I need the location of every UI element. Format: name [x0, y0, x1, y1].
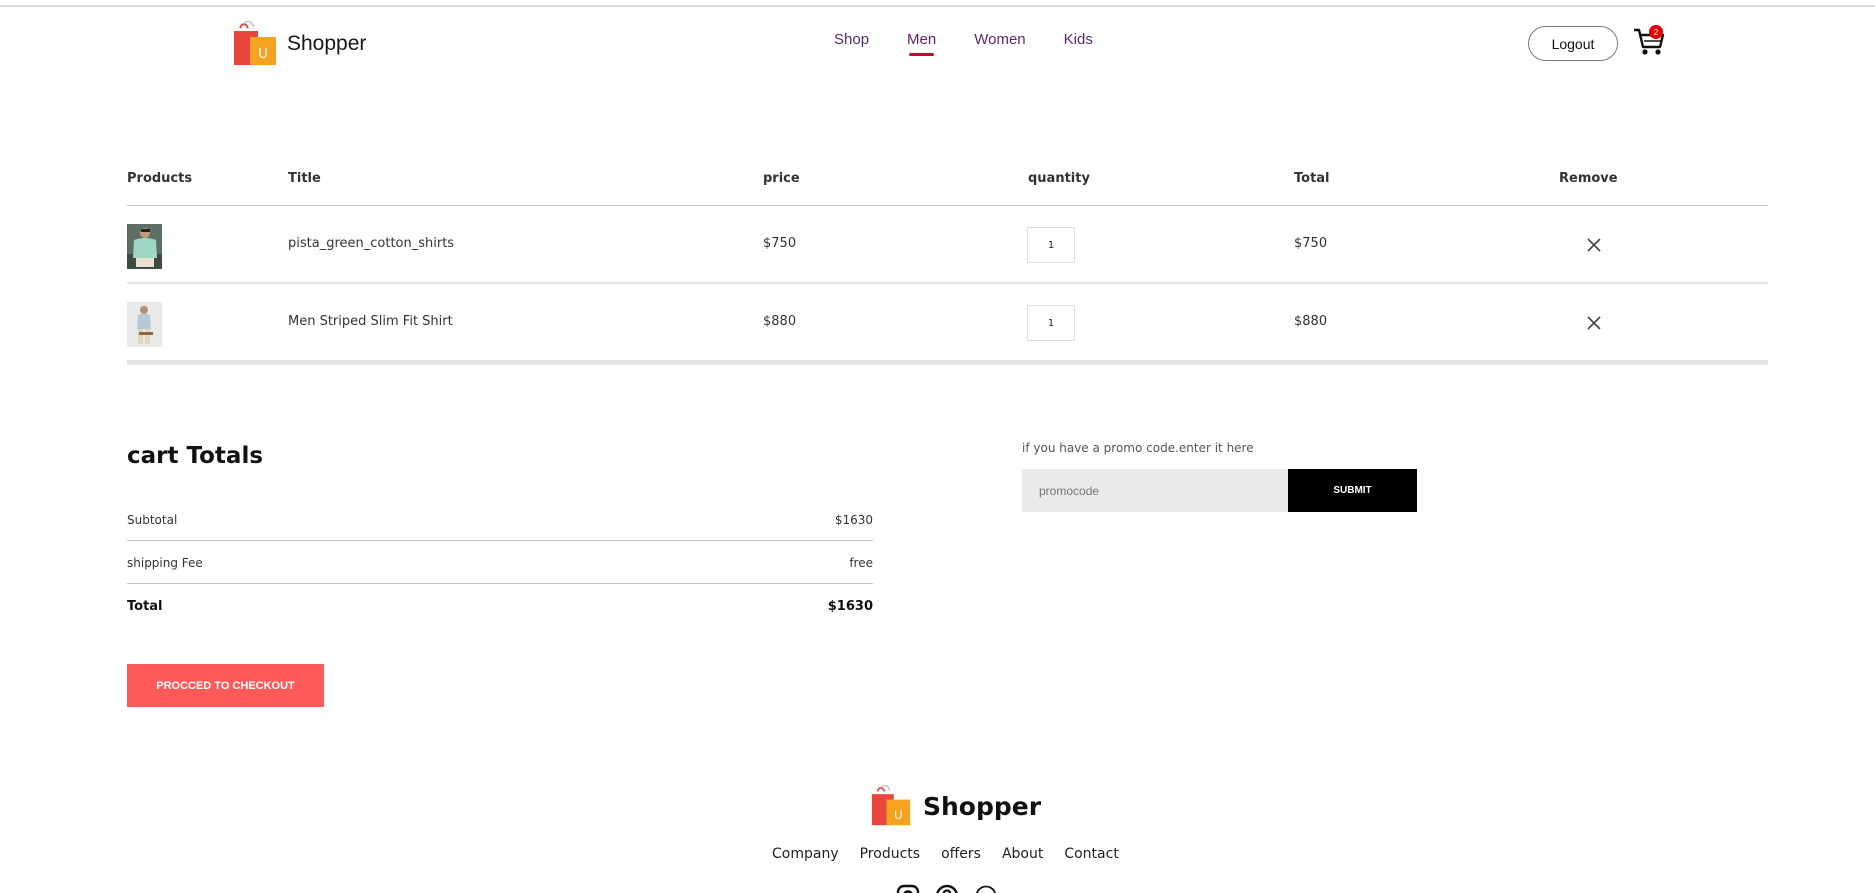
shipping-value: free — [849, 556, 873, 570]
header-products: Products — [127, 171, 193, 186]
promo-code-input[interactable] — [1022, 469, 1288, 512]
footer-social — [896, 884, 1013, 893]
product-total: $880 — [1294, 314, 1328, 329]
footer-link-contact[interactable]: Contact — [1064, 846, 1118, 862]
shopping-bags-icon: U — [234, 21, 276, 65]
total-row: Total $1630 — [127, 584, 873, 627]
active-nav-indicator — [909, 53, 935, 56]
footer-brand-name: Shopper — [923, 791, 1042, 821]
whatsapp-icon[interactable] — [974, 884, 998, 893]
header-quantity: quantity — [1028, 171, 1090, 186]
footer-link-company[interactable]: Company — [772, 846, 839, 862]
navbar: U Shopper Shop Men Women Kids Logout 2 — [0, 7, 1875, 79]
promo-submit-button[interactable]: SUBMIT — [1288, 469, 1417, 512]
cart-table-header: Products Title price quantity Total Remo… — [127, 169, 1768, 205]
header-title: Title — [288, 171, 321, 186]
main-nav: Shop Men Women Kids — [834, 31, 1131, 56]
total-value: $1630 — [827, 599, 873, 614]
product-title: pista_green_cotton_shirts — [288, 236, 455, 251]
header-price: price — [763, 171, 800, 186]
brand-name: Shopper — [287, 32, 367, 55]
nav-item-women[interactable]: Women — [974, 31, 1025, 48]
footer-link-about[interactable]: About — [1002, 846, 1043, 862]
pinterest-icon[interactable] — [935, 884, 959, 893]
subtotal-value: $1630 — [834, 513, 873, 527]
cart-count-badge: 2 — [1649, 25, 1663, 39]
logout-button[interactable]: Logout — [1528, 26, 1618, 61]
brand-logo[interactable]: U Shopper — [232, 21, 366, 67]
nav-item-men-label: Men — [907, 31, 937, 48]
header-total: Total — [1294, 171, 1330, 186]
remove-icon[interactable] — [1586, 315, 1602, 331]
quantity-field[interactable]: 1 — [1027, 227, 1075, 263]
nav-item-shop[interactable]: Shop — [834, 31, 869, 48]
product-title: Men Striped Slim Fit Shirt — [288, 314, 453, 329]
cart-totals: cart Totals Subtotal $1630 shipping Fee … — [127, 443, 873, 627]
product-total: $750 — [1294, 236, 1328, 251]
quantity-field[interactable]: 1 — [1027, 305, 1075, 341]
shopping-bags-icon: U — [871, 785, 911, 826]
product-thumbnail[interactable] — [127, 302, 162, 347]
footer-link-products[interactable]: Products — [860, 846, 920, 862]
checkout-button[interactable]: PROCCED TO CHECKOUT — [127, 664, 324, 707]
remove-icon[interactable] — [1586, 237, 1602, 253]
nav-item-men[interactable]: Men — [907, 31, 937, 56]
shipping-row: shipping Fee free — [127, 541, 873, 584]
cart-table: Products Title price quantity Total Remo… — [127, 169, 1768, 365]
cart-button[interactable]: 2 — [1632, 24, 1666, 58]
subtotal-row: Subtotal $1630 — [127, 498, 873, 541]
table-bottom-divider — [127, 362, 1768, 365]
header-remove: Remove — [1559, 171, 1618, 186]
instagram-icon[interactable] — [896, 884, 920, 893]
shipping-label: shipping Fee — [127, 556, 203, 570]
logo-letter: U — [258, 47, 268, 62]
footer-logo[interactable]: U Shopper — [868, 785, 1041, 827]
table-row: pista_green_cotton_shirts $750 1 $750 — [127, 206, 1768, 284]
subtotal-label: Subtotal — [127, 513, 178, 527]
product-price: $880 — [763, 314, 797, 329]
product-price: $750 — [763, 236, 797, 251]
footer-links: Company Products offers About Contact — [772, 846, 1140, 862]
promo-label: if you have a promo code.enter it here — [1022, 441, 1254, 455]
product-thumbnail[interactable] — [127, 224, 162, 269]
logo-letter: U — [894, 808, 903, 822]
footer-link-offers[interactable]: offers — [941, 846, 981, 862]
cart-totals-title: cart Totals — [127, 443, 264, 469]
nav-item-kids[interactable]: Kids — [1064, 31, 1093, 48]
table-row: Men Striped Slim Fit Shirt $880 1 $880 — [127, 284, 1768, 362]
total-label: Total — [127, 599, 163, 614]
